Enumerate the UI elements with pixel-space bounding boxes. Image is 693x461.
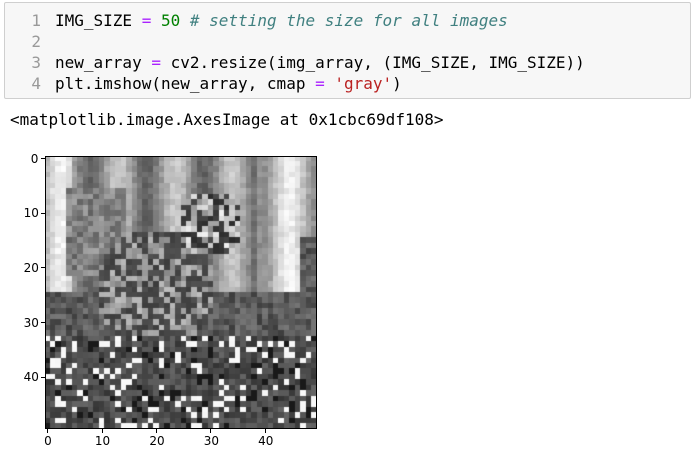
x-tick xyxy=(210,429,212,433)
grayscale-image xyxy=(45,156,317,429)
code-token: IMG_SIZE xyxy=(55,11,142,30)
x-tick xyxy=(264,429,266,433)
code-token: = xyxy=(141,11,152,30)
x-tick-label: 10 xyxy=(94,434,111,448)
code-text: IMG_SIZE = 50 # setting the size for all… xyxy=(55,10,508,31)
y-tick-label: 0 xyxy=(30,151,39,166)
y-tick-label: 40 xyxy=(23,370,39,385)
code-text: plt.imshow(new_array, cmap = 'gray') xyxy=(55,73,402,94)
line-number: 3 xyxy=(31,53,41,72)
code-text: new_array = cv2.resize(img_array, (IMG_S… xyxy=(55,52,585,73)
x-tick xyxy=(156,429,158,433)
code-token: new_array xyxy=(55,53,152,72)
x-tick-label: 0 xyxy=(44,434,52,448)
cell-output-text: <matplotlib.image.AxesImage at 0x1cbc69d… xyxy=(10,110,444,129)
line-number: 4 xyxy=(31,74,41,93)
x-tick-label: 30 xyxy=(203,434,219,448)
line-number: 2 xyxy=(31,32,41,51)
y-tick xyxy=(41,212,45,214)
y-tick xyxy=(41,158,45,160)
y-tick xyxy=(41,376,45,378)
code-token: cv2.resize(img_array, (IMG_SIZE, IMG_SIZ… xyxy=(160,53,585,72)
code-token: = xyxy=(315,74,325,93)
code-token: plt.imshow(new_array, cmap xyxy=(55,74,316,93)
y-tick xyxy=(41,322,45,324)
code-token: ) xyxy=(392,74,402,93)
imshow-axes: 0 10 20 30 40 0 10 20 30 40 xyxy=(0,150,340,461)
x-tick-label: 40 xyxy=(258,434,274,448)
y-tick xyxy=(41,267,45,269)
code-token: 50 xyxy=(160,11,181,30)
x-tick-label: 20 xyxy=(149,434,165,448)
code-input-cell[interactable]: 1 IMG_SIZE = 50 # setting the size for al… xyxy=(4,2,691,99)
x-tick xyxy=(47,429,49,433)
code-token: 'gray' xyxy=(334,74,393,93)
line-number: 1 xyxy=(31,11,41,30)
y-tick-label: 20 xyxy=(23,260,39,275)
code-token: = xyxy=(151,53,161,72)
code-token: # setting the size for all images xyxy=(189,11,508,30)
y-tick-label: 30 xyxy=(23,315,39,330)
y-tick-label: 10 xyxy=(23,206,39,221)
x-tick xyxy=(101,429,103,433)
